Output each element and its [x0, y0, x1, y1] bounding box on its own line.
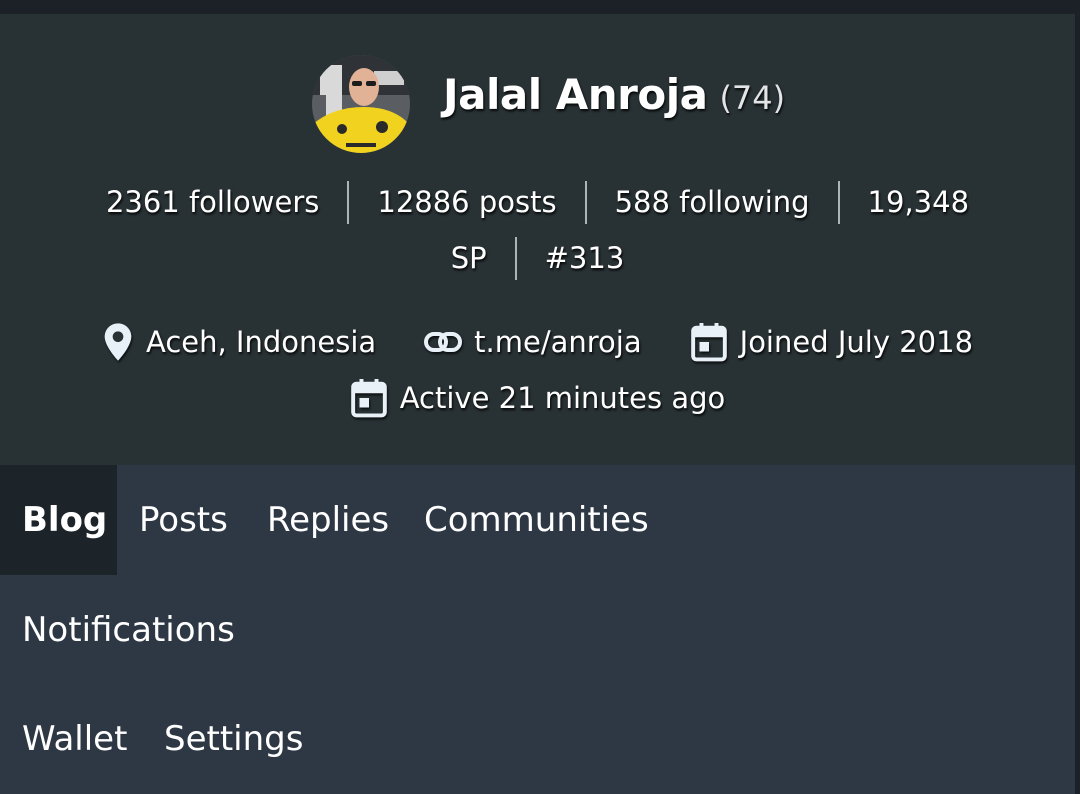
top-strip [0, 0, 1080, 14]
avatar-photo [312, 55, 410, 153]
profile-header: Jalal Anroja (74) 2361 followers 12886 p… [0, 14, 1075, 465]
joined-text: Joined July 2018 [739, 325, 974, 359]
website-link[interactable]: t.me/anroja [474, 325, 641, 359]
last-active: Active 21 minutes ago [350, 377, 726, 419]
rank: #313 [544, 241, 625, 275]
tab-wallet[interactable]: Wallet [0, 684, 149, 794]
location-pin-icon [104, 323, 132, 361]
stats-row: 2361 followers 12886 posts 588 following… [0, 180, 1075, 224]
location-text: Aceh, Indonesia [145, 325, 377, 359]
location: Aceh, Indonesia [102, 322, 376, 362]
website[interactable]: t.me/anroja [424, 325, 642, 359]
tab-blog[interactable]: Blog [0, 465, 117, 575]
reputation-score: (74) [719, 79, 786, 117]
calendar-icon [350, 379, 387, 418]
following-count[interactable]: 588 following [587, 185, 838, 219]
name-row: Jalal Anroja (74) [443, 70, 785, 130]
info-row: Aceh, Indonesia t.me/anroja Joined July … [0, 318, 1075, 366]
tab-posts[interactable]: Posts [117, 465, 250, 575]
followers-count[interactable]: 2361 followers [78, 185, 347, 219]
tab-communities[interactable]: Communities [402, 465, 671, 575]
calendar-icon [690, 323, 727, 362]
user-name: Jalal Anroja [443, 70, 708, 119]
stats-row-continued: SP #313 [0, 236, 1075, 280]
tab-notifications[interactable]: Notifications [0, 575, 257, 685]
steem-power-value: 19,348 [867, 185, 970, 219]
active-text: Active 21 minutes ago [399, 381, 726, 415]
info-row-continued: Active 21 minutes ago [0, 374, 1075, 422]
posts-count: 12886 posts [377, 185, 557, 219]
link-icon [424, 332, 463, 352]
avatar[interactable] [312, 55, 410, 153]
tab-settings[interactable]: Settings [142, 684, 325, 794]
profile-tabs: Blog Posts Replies Communities Notificat… [0, 465, 1075, 794]
joined-date: Joined July 2018 [690, 321, 973, 363]
steem-power-unit: SP [450, 241, 487, 275]
page-edge [1075, 14, 1080, 794]
tab-replies[interactable]: Replies [245, 465, 411, 575]
